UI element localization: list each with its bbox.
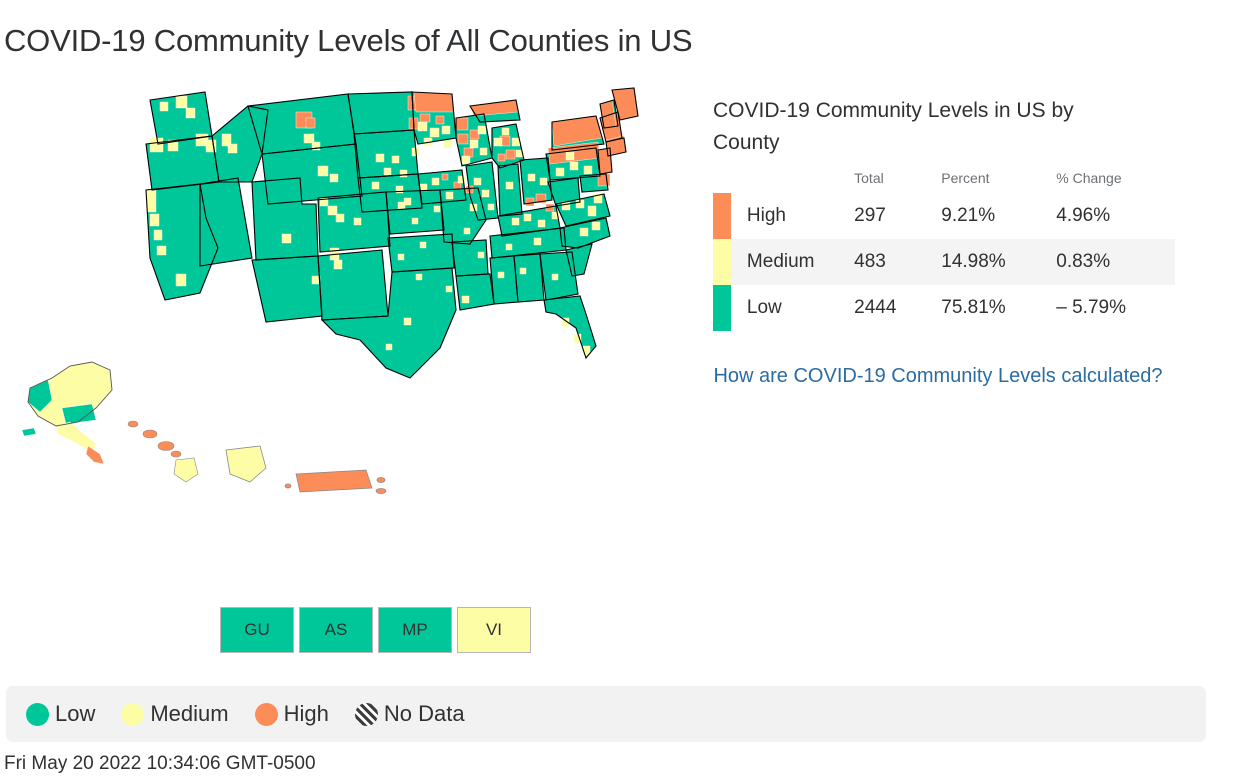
territory-box-gu[interactable]: GU bbox=[220, 607, 294, 653]
circle-swatch-no-data-icon bbox=[354, 702, 378, 726]
legend-label-high: High bbox=[283, 701, 329, 726]
row-label-low: Low bbox=[746, 297, 782, 318]
territory-label-as: AS bbox=[324, 620, 348, 639]
circle-swatch-medium-icon bbox=[121, 702, 145, 726]
row-total-medium: 483 bbox=[854, 251, 886, 272]
legend-label-low: Low bbox=[55, 701, 96, 726]
header-change: % Change bbox=[1056, 170, 1122, 186]
row-percent-medium: 14.98% bbox=[941, 251, 1006, 272]
timestamp: Fri May 20 2022 10:34:06 GMT-0500 bbox=[4, 753, 316, 774]
legend-item-high[interactable]: High bbox=[254, 701, 329, 727]
legend-label-no-data: No Data bbox=[383, 701, 465, 726]
row-label-medium: Medium bbox=[746, 251, 815, 272]
us-county-map[interactable]: GU AS MP VI bbox=[0, 78, 700, 658]
circle-swatch-high-icon bbox=[254, 702, 278, 726]
legend-item-medium[interactable]: Medium bbox=[121, 701, 229, 727]
map-inset-hawaii bbox=[127, 420, 199, 483]
row-label-high: High bbox=[746, 205, 786, 226]
row-swatch-medium bbox=[713, 239, 735, 285]
territory-box-row: GU AS MP VI bbox=[220, 607, 531, 653]
territory-label-gu: GU bbox=[244, 620, 270, 639]
header-percent: Percent bbox=[941, 170, 990, 186]
row-swatch-high bbox=[713, 193, 735, 239]
header-total: Total bbox=[854, 170, 884, 186]
territory-box-mp[interactable]: MP bbox=[378, 607, 452, 653]
page-title: COVID-19 Community Levels of All Countie… bbox=[4, 22, 693, 58]
row-change-medium: 0.83% bbox=[1056, 251, 1111, 272]
row-change-low: – 5.79% bbox=[1056, 297, 1126, 318]
swatch-medium-icon bbox=[713, 239, 731, 285]
row-change-high: 4.96% bbox=[1056, 205, 1111, 226]
territory-box-as[interactable]: AS bbox=[299, 607, 373, 653]
territory-box-vi[interactable]: VI bbox=[457, 607, 531, 653]
map-svg[interactable] bbox=[0, 78, 700, 558]
legend-item-no-data[interactable]: No Data bbox=[354, 701, 465, 727]
row-total-high: 297 bbox=[854, 205, 886, 226]
header-swatch bbox=[713, 170, 735, 193]
header-level bbox=[735, 170, 854, 193]
territory-label-vi: VI bbox=[485, 620, 503, 639]
table-row: Low 2444 75.81% – 5.79% bbox=[713, 285, 1175, 331]
row-total-low: 2444 bbox=[854, 297, 897, 318]
panel-title: COVID-19 Community Levels in US by Count… bbox=[713, 99, 1074, 154]
territory-label-mp: MP bbox=[402, 620, 428, 639]
table-header-row: Total Percent % Change bbox=[713, 170, 1175, 193]
covid-community-levels-page: COVID-19 Community Levels of All Countie… bbox=[0, 0, 1242, 783]
map-inset-alaska bbox=[21, 361, 113, 465]
map-inset-dc bbox=[225, 445, 267, 483]
swatch-low-icon bbox=[713, 285, 731, 331]
swatch-high-icon bbox=[713, 193, 731, 239]
community-levels-table: Total Percent % Change High 297 9.21% 4.… bbox=[713, 170, 1175, 331]
summary-panel: COVID-19 Community Levels in US by Count… bbox=[713, 95, 1193, 392]
circle-swatch-low-icon bbox=[26, 702, 49, 726]
legend-item-low[interactable]: Low bbox=[26, 701, 95, 727]
row-swatch-low bbox=[713, 285, 735, 331]
legend-label-medium: Medium bbox=[150, 701, 229, 726]
table-row: Medium 483 14.98% 0.83% bbox=[713, 239, 1175, 285]
map-inset-puerto-rico bbox=[284, 469, 387, 494]
row-percent-high: 9.21% bbox=[941, 205, 996, 226]
row-percent-low: 75.81% bbox=[941, 297, 1006, 318]
map-legend: Low Medium High No Data bbox=[6, 686, 1206, 742]
table-row: High 297 9.21% 4.96% bbox=[713, 193, 1175, 239]
how-calculated-link[interactable]: How are COVID-19 Community Levels calcul… bbox=[713, 361, 1163, 392]
